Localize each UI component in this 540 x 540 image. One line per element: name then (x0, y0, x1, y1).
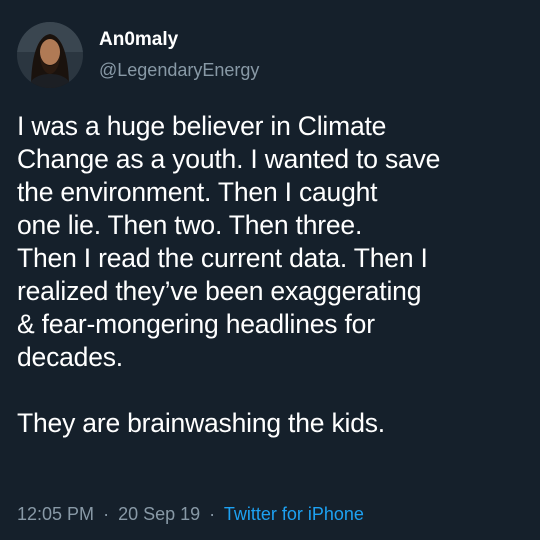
tweet-date[interactable]: 20 Sep 19 (118, 504, 200, 524)
tweet-closing-line: They are brainwashing the kids. (17, 408, 385, 438)
meta-separator: · (103, 504, 110, 524)
tweet-text-line: decades. (17, 342, 123, 372)
meta-separator: · (209, 504, 216, 524)
tweet-text-line: & fear-mongering headlines for (17, 309, 375, 339)
tweet-text-line: Change as a youth. I wanted to save (17, 144, 441, 174)
tweet-source-link[interactable]: Twitter for iPhone (224, 504, 364, 524)
tweet-text-line: one lie. Then two. Then three. (17, 210, 363, 240)
avatar-image (17, 22, 83, 88)
tweet-text: I was a huge believer in Climate Change … (17, 110, 523, 440)
tweet-text-line: I was a huge believer in Climate (17, 111, 387, 141)
display-name[interactable]: An0maly (99, 28, 259, 52)
avatar[interactable] (17, 22, 83, 88)
tweet-meta: 12:05 PM · 20 Sep 19 · Twitter for iPhon… (17, 501, 364, 527)
tweet-card: An0maly @LegendaryEnergy I was a huge be… (0, 0, 540, 540)
tweet-text-line: realized they’ve been exaggerating (17, 276, 422, 306)
tweet-text-line: the environment. Then I caught (17, 177, 378, 207)
tweet-time[interactable]: 12:05 PM (17, 504, 94, 524)
tweet-header: An0maly @LegendaryEnergy (17, 22, 523, 88)
tweet-text-line: Then I read the current data. Then I (17, 243, 428, 273)
user-handle[interactable]: @LegendaryEnergy (99, 58, 259, 82)
user-names: An0maly @LegendaryEnergy (99, 28, 259, 82)
